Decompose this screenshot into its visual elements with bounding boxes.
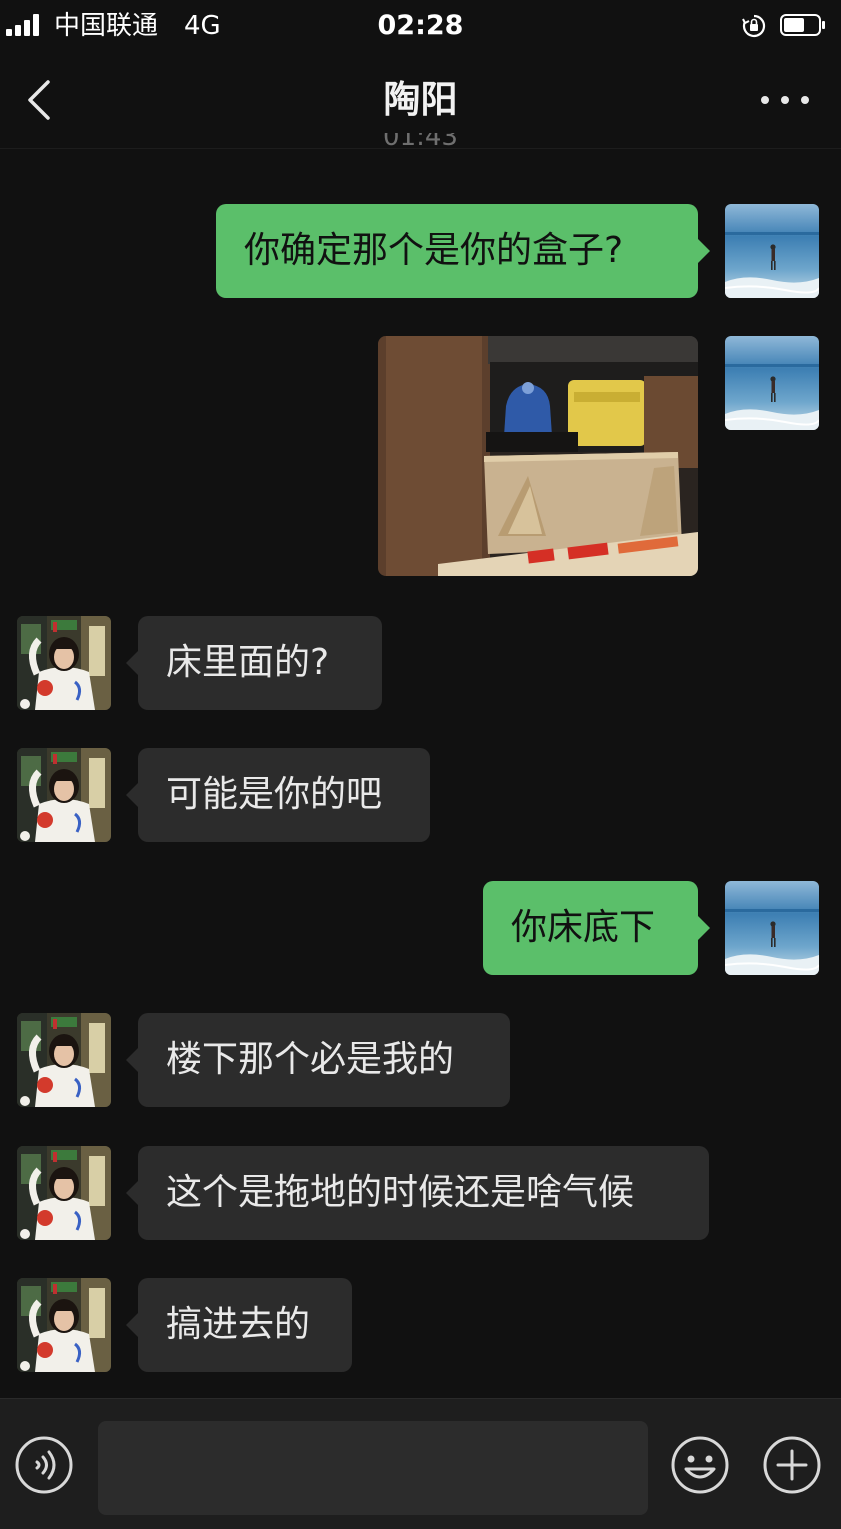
contact-message-bubble[interactable]: 搞进去的 [126, 1278, 352, 1372]
emoji-icon[interactable] [670, 1435, 730, 1495]
battery-icon [780, 14, 825, 36]
contact-avatar[interactable] [17, 1278, 111, 1372]
contact-message-bubble[interactable]: 可能是你的吧 [126, 748, 430, 842]
photo-of-cardboard-box-in-cabinet [378, 336, 698, 576]
my-avatar[interactable] [725, 336, 819, 430]
photo-message[interactable] [378, 336, 698, 576]
status-bar: 中国联通 4G 02:28 [0, 0, 841, 52]
contact-message-bubble[interactable]: 这个是拖地的时候还是啥气候 [126, 1146, 709, 1240]
contact-avatar[interactable] [17, 1146, 111, 1240]
contact-message-bubble[interactable]: 床里面的? [126, 616, 382, 710]
my-avatar[interactable] [725, 204, 819, 298]
contact-avatar[interactable] [17, 1013, 111, 1107]
voice-icon[interactable] [14, 1435, 74, 1495]
status-time: 02:28 [377, 10, 464, 41]
my-message-bubble[interactable]: 你床底下 [483, 881, 710, 975]
partial-timestamp: 01:43 [383, 133, 458, 151]
contact-avatar[interactable] [17, 748, 111, 842]
chat-title: 陶阳 [383, 78, 458, 121]
plus-icon[interactable] [762, 1435, 822, 1495]
contact-message-bubble[interactable]: 楼下那个必是我的 [126, 1013, 510, 1107]
orientation-lock-icon [742, 14, 766, 38]
message-input[interactable] [98, 1421, 648, 1515]
my-message-bubble[interactable]: 你确定那个是你的盒子? [216, 204, 710, 298]
my-avatar[interactable] [725, 881, 819, 975]
chat-input-bar [0, 1398, 841, 1529]
more-options-icon[interactable] [761, 82, 811, 118]
contact-avatar[interactable] [17, 616, 111, 710]
